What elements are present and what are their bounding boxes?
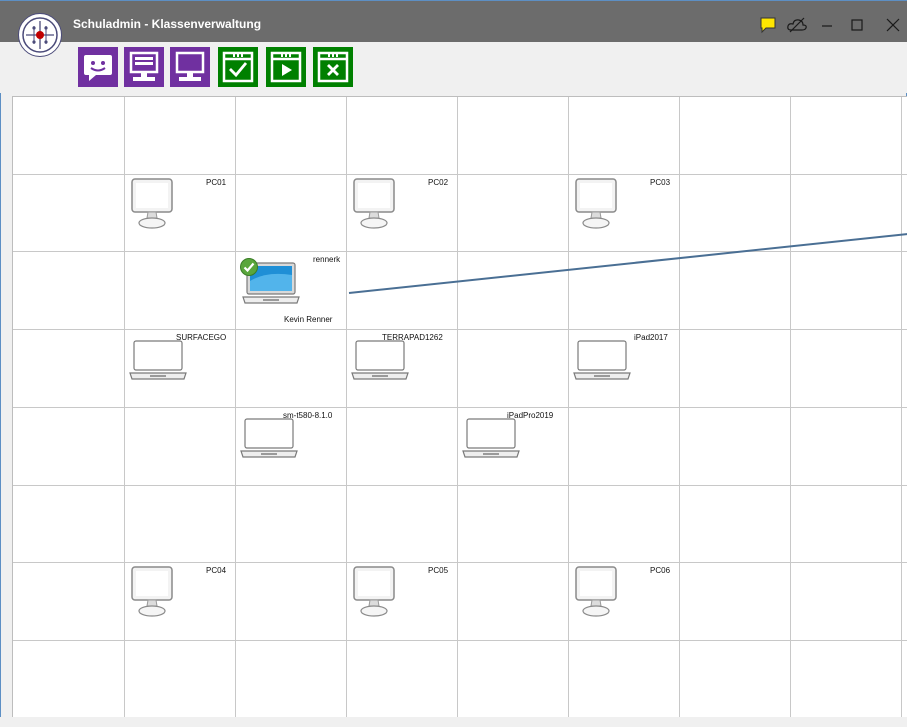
title-bar[interactable]: Schuladmin - Klassenverwaltung: [0, 0, 907, 43]
maximize-icon[interactable]: [850, 16, 864, 34]
app-window: Schuladmin - Klassenverwaltung PC01 PC02…: [0, 0, 907, 727]
device-sm-t580[interactable]: sm-t580-8.1.0: [237, 409, 345, 484]
window-title: Schuladmin - Klassenverwaltung: [73, 17, 262, 31]
device-label: PC06: [650, 566, 671, 575]
device-surfacego[interactable]: SURFACEGO: [126, 331, 234, 406]
device-ipad2017[interactable]: iPad2017: [570, 331, 678, 406]
device-pc04[interactable]: PC04: [126, 564, 234, 639]
desktop-monitor-icon: [353, 566, 395, 617]
device-label: rennerk: [313, 255, 341, 264]
window-check-icon: [218, 47, 258, 87]
device-label: TERRAPAD1262: [382, 333, 443, 342]
device-terrapad1262[interactable]: TERRAPAD1262: [348, 331, 456, 406]
monitor-screen-button[interactable]: [170, 47, 210, 87]
monitor-screen-icon: [170, 47, 210, 87]
device-label: PC03: [650, 178, 671, 187]
bottom-bar: [0, 717, 907, 727]
desktop-monitor-icon: [575, 178, 617, 229]
device-label: SURFACEGO: [176, 333, 227, 342]
chat-smiley-icon: [78, 47, 118, 87]
online-check-icon: [240, 258, 258, 276]
desktop-monitor-icon: [131, 178, 173, 229]
laptop-icon: [129, 340, 187, 380]
device-label: iPad2017: [634, 333, 668, 342]
window-play-button[interactable]: [266, 47, 306, 87]
close-icon[interactable]: [884, 16, 902, 34]
device-label: iPadPro2019: [507, 411, 554, 420]
laptop-icon: [573, 340, 631, 380]
device-label: PC01: [206, 178, 227, 187]
window-close-button[interactable]: [313, 47, 353, 87]
device-user-name: Kevin Renner: [284, 315, 333, 324]
device-label: PC02: [428, 178, 449, 187]
window-check-button[interactable]: [218, 47, 258, 87]
cloud-icon[interactable]: [786, 16, 808, 34]
laptop-icon: [240, 418, 298, 458]
app-logo: [18, 13, 62, 57]
monitor-button[interactable]: [124, 47, 164, 87]
laptop-icon: [351, 340, 409, 380]
chat-smiley-button[interactable]: [78, 47, 118, 87]
classroom-grid[interactable]: PC01 PC02 PC03 rennerk Kevin Renner SURF…: [12, 96, 907, 718]
device-pc05[interactable]: PC05: [348, 564, 456, 639]
window-play-icon: [266, 47, 306, 87]
desktop-monitor-icon: [353, 178, 395, 229]
laptop-icon: [462, 418, 520, 458]
window-close-icon: [313, 47, 353, 87]
device-pc06[interactable]: PC06: [570, 564, 678, 639]
device-ipadpro2019[interactable]: iPadPro2019: [459, 409, 567, 484]
monitor-icon: [124, 47, 164, 87]
desktop-monitor-icon: [131, 566, 173, 617]
device-label: sm-t580-8.1.0: [283, 411, 333, 420]
chat-notification-icon[interactable]: [759, 16, 777, 34]
device-pc01[interactable]: PC01: [126, 176, 234, 250]
device-label: PC05: [428, 566, 449, 575]
device-pc03[interactable]: PC03: [570, 176, 678, 250]
minimize-icon[interactable]: [820, 16, 834, 34]
desktop-monitor-icon: [575, 566, 617, 617]
device-rennerk[interactable]: rennerk Kevin Renner: [237, 253, 345, 328]
device-pc02[interactable]: PC02: [348, 176, 456, 250]
device-label: PC04: [206, 566, 227, 575]
